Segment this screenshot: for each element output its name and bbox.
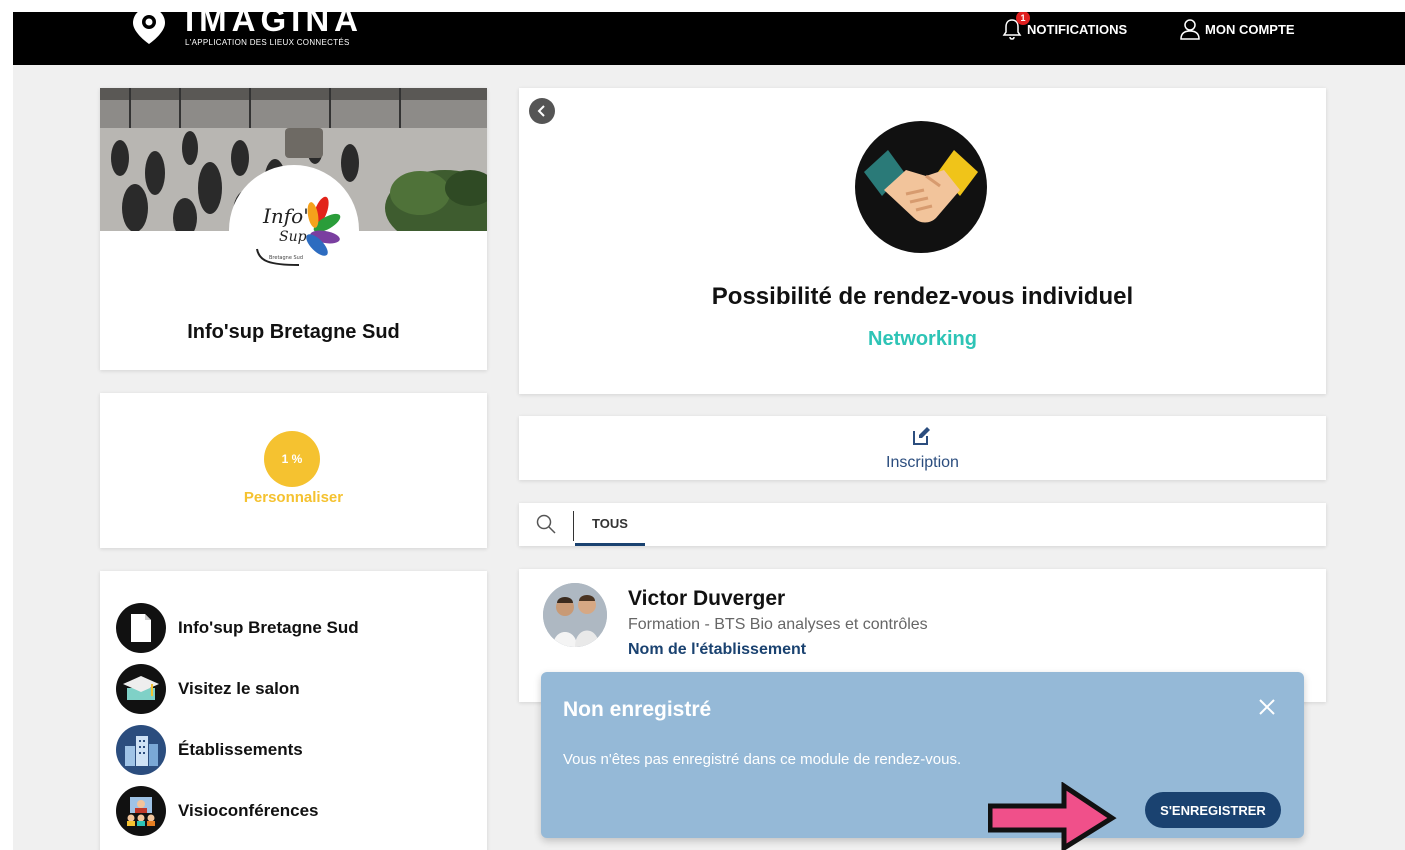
pointer-arrow-icon: [988, 782, 1117, 850]
person-formation: Formation - BTS Bio analyses et contrôle…: [628, 616, 928, 633]
close-icon[interactable]: [1256, 696, 1278, 718]
completion-percent: 1 %: [264, 431, 320, 487]
menu-item-video-conferences[interactable]: Visioconférences: [116, 786, 318, 836]
not-registered-toast: Non enregistré Vous n'êtes pas enregistr…: [541, 672, 1304, 838]
search-divider: [573, 511, 574, 541]
account-button[interactable]: MON COMPTE: [1179, 17, 1295, 41]
side-menu: Info'sup Bretagne Sud Visitez le salon É…: [100, 571, 487, 850]
menu-item-label: Établissements: [178, 740, 303, 759]
menu-item-infosup[interactable]: Info'sup Bretagne Sud: [116, 603, 359, 653]
svg-text:Sup: Sup: [279, 229, 307, 245]
organization-logo: Info' Sup Bretagne Sud: [229, 165, 359, 295]
menu-item-label: Visitez le salon: [178, 679, 300, 698]
register-button[interactable]: S'ENREGISTRER: [1145, 792, 1281, 828]
svg-text:Bretagne Sud: Bretagne Sud: [269, 255, 303, 261]
bell-icon: 1: [1001, 12, 1030, 41]
event-card: Possibilité de rendez-vous individuel Ne…: [519, 88, 1326, 394]
search-icon[interactable]: [535, 513, 557, 535]
event-category: Networking: [868, 328, 977, 350]
buildings-icon: [116, 725, 166, 775]
app-tagline: L'APPLICATION DES LIEUX CONNECTÉS: [185, 38, 350, 47]
svg-text:Info': Info': [262, 204, 309, 228]
person-name: Victor Duverger: [628, 587, 786, 610]
toast-message: Vous n'êtes pas enregistré dans ce modul…: [563, 751, 962, 768]
app-logo[interactable]: IMAGINA: [185, 12, 363, 38]
edit-icon: [913, 427, 930, 445]
menu-item-institutions[interactable]: Établissements: [116, 725, 303, 775]
document-icon: [116, 603, 166, 653]
menu-item-label: Info'sup Bretagne Sud: [178, 618, 359, 637]
filter-bar: TOUS: [519, 503, 1326, 546]
account-label: MON COMPTE: [1205, 21, 1295, 37]
inscription-button[interactable]: Inscription: [519, 416, 1326, 480]
tab-all[interactable]: TOUS: [575, 503, 645, 546]
inscription-label: Inscription: [886, 454, 959, 471]
notifications-label: NOTIFICATIONS: [1027, 21, 1128, 37]
notifications-button[interactable]: 1 NOTIFICATIONS: [1001, 12, 1128, 41]
app-window: IMAGINA L'APPLICATION DES LIEUX CONNECTÉ…: [13, 12, 1405, 850]
customize-link[interactable]: Personnaliser: [100, 489, 487, 506]
video-conference-icon: [116, 786, 166, 836]
event-title: Possibilité de rendez-vous individuel: [711, 283, 1134, 310]
back-button[interactable]: [529, 98, 555, 124]
handshake-icon: [855, 121, 987, 253]
graduation-cap-icon: [116, 664, 166, 714]
profile-name: Info'sup Bretagne Sud: [187, 321, 400, 343]
toast-title: Non enregistré: [563, 698, 712, 721]
chevron-left-icon: [537, 105, 545, 117]
profile-completion-card[interactable]: 1 % Personnaliser: [100, 393, 487, 548]
user-icon: [1180, 19, 1200, 40]
avatar: [543, 583, 607, 647]
location-pin-logo-icon: [133, 12, 165, 44]
top-bar: IMAGINA L'APPLICATION DES LIEUX CONNECTÉ…: [13, 12, 1405, 65]
menu-item-visit-fair[interactable]: Visitez le salon: [116, 664, 300, 714]
institution-link[interactable]: Nom de l'établissement: [628, 641, 806, 659]
menu-item-label: Visioconférences: [178, 801, 319, 820]
profile-card: Info' Sup Bretagne Sud Info'sup Bretagne…: [100, 88, 487, 370]
